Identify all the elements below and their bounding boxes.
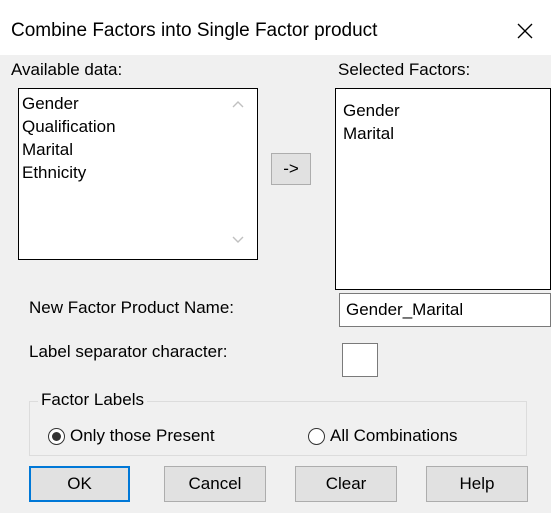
radio-selected-icon: [48, 427, 65, 445]
selected-factors-label: Selected Factors:: [338, 60, 471, 79]
separator-label: Label separator character:: [29, 342, 228, 361]
factor-labels-legend: Factor Labels: [38, 390, 147, 410]
radio-only-present[interactable]: Only those Present: [48, 426, 215, 446]
dialog-title: Combine Factors into Single Factor produ…: [11, 20, 378, 41]
radio-all-combinations[interactable]: All Combinations: [308, 426, 458, 446]
clear-button[interactable]: Clear: [295, 466, 397, 502]
separator-field[interactable]: [342, 343, 378, 377]
selected-factors-list[interactable]: Gender Marital: [335, 88, 551, 290]
chevron-up-icon: [232, 101, 244, 108]
list-item[interactable]: Marital: [22, 138, 116, 161]
chevron-down-icon: [232, 236, 244, 243]
list-item[interactable]: Ethnicity: [22, 161, 116, 184]
close-button[interactable]: [505, 12, 545, 50]
radio-only-present-label: Only those Present: [70, 426, 215, 445]
radio-all-combinations-label: All Combinations: [330, 426, 458, 445]
product-name-label: New Factor Product Name:: [29, 298, 235, 317]
close-icon: [517, 23, 533, 39]
available-data-list[interactable]: Gender Qualification Marital Ethnicity: [18, 88, 258, 260]
list-item[interactable]: Marital: [343, 122, 400, 145]
scroll-up-button[interactable]: [229, 95, 247, 113]
move-to-selected-button[interactable]: ->: [271, 153, 311, 185]
list-item[interactable]: Gender: [343, 99, 400, 122]
ok-button[interactable]: OK: [29, 466, 130, 502]
available-data-label: Available data:: [11, 60, 123, 79]
list-item[interactable]: Qualification: [22, 115, 116, 138]
list-item[interactable]: Gender: [22, 92, 116, 115]
help-button[interactable]: Help: [426, 466, 528, 502]
scroll-down-button[interactable]: [229, 231, 247, 249]
cancel-button[interactable]: Cancel: [164, 466, 266, 502]
product-name-field[interactable]: Gender_Marital: [339, 293, 551, 327]
radio-unselected-icon: [308, 427, 325, 445]
